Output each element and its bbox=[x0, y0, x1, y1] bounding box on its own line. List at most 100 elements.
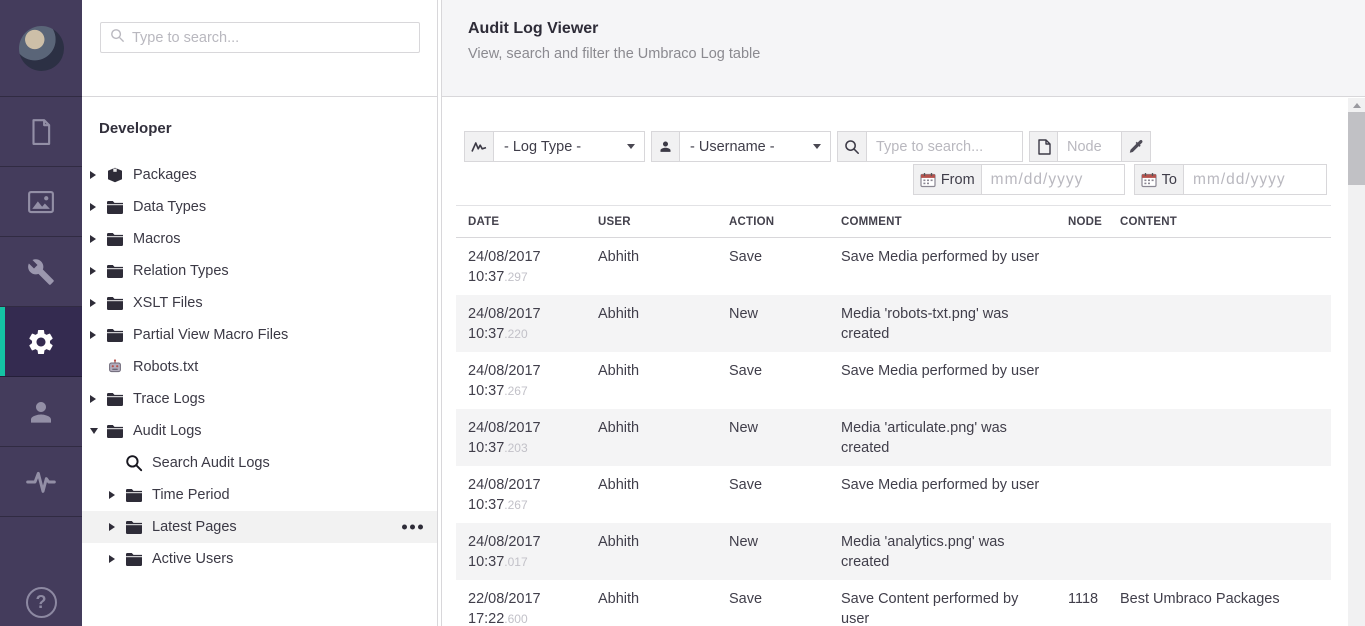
actions-ellipsis-icon[interactable] bbox=[402, 525, 423, 530]
table-header-row: DATE USER ACTION COMMENT NODE CONTENT bbox=[456, 206, 1331, 238]
date-to-input[interactable] bbox=[1184, 165, 1326, 194]
folder-icon bbox=[106, 201, 123, 214]
tree-search-box[interactable] bbox=[100, 22, 420, 53]
section-developer[interactable] bbox=[0, 307, 82, 377]
folder-icon bbox=[106, 393, 123, 406]
page-subtitle: View, search and filter the Umbraco Log … bbox=[468, 46, 1365, 62]
date-from-input[interactable] bbox=[982, 165, 1124, 194]
scrollbar-thumb[interactable] bbox=[1348, 112, 1365, 185]
tree-item-data-types[interactable]: Data Types bbox=[82, 191, 437, 223]
tree-item-search-audit-logs[interactable]: Search Audit Logs bbox=[82, 447, 437, 479]
tree-item-partial-view-macro-files[interactable]: Partial View Macro Files bbox=[82, 319, 437, 351]
media-icon bbox=[26, 187, 56, 217]
package-icon bbox=[106, 167, 123, 183]
tree-panel: Developer Packages Data Types Macros bbox=[82, 0, 438, 626]
tree-item-active-users[interactable]: Active Users bbox=[82, 543, 437, 575]
date-from-filter: From bbox=[913, 164, 1125, 195]
node-filter bbox=[1029, 131, 1151, 162]
tree-item-relation-types[interactable]: Relation Types bbox=[82, 255, 437, 287]
main-panel: Audit Log Viewer View, search and filter… bbox=[441, 0, 1365, 626]
user-icon bbox=[652, 132, 680, 161]
tree-item-macros[interactable]: Macros bbox=[82, 223, 437, 255]
tree-item-trace-logs[interactable]: Trace Logs bbox=[82, 383, 437, 415]
section-content[interactable] bbox=[0, 97, 82, 167]
folder-icon bbox=[125, 553, 142, 566]
caret-down-icon[interactable] bbox=[90, 428, 102, 434]
tree-list: Packages Data Types Macros Relation Type… bbox=[82, 159, 437, 575]
scroll-up-arrow-icon[interactable] bbox=[1353, 103, 1361, 108]
log-level-icon bbox=[465, 132, 494, 161]
section-users[interactable] bbox=[0, 377, 82, 447]
document-icon bbox=[1030, 132, 1058, 161]
search-icon bbox=[110, 28, 125, 48]
document-icon bbox=[26, 117, 56, 147]
chevron-down-icon bbox=[813, 144, 821, 149]
tree-item-audit-logs[interactable]: Audit Logs bbox=[82, 415, 437, 447]
section-forms[interactable] bbox=[0, 447, 82, 517]
caret-right-icon[interactable] bbox=[109, 491, 121, 499]
tree-item-xslt-files[interactable]: XSLT Files bbox=[82, 287, 437, 319]
chevron-down-icon bbox=[627, 144, 635, 149]
node-picker-icon[interactable] bbox=[1121, 132, 1150, 161]
comment-search-input[interactable] bbox=[867, 132, 1022, 161]
page-header: Audit Log Viewer View, search and filter… bbox=[442, 0, 1365, 97]
folder-icon bbox=[106, 425, 123, 438]
folder-icon bbox=[125, 521, 142, 534]
user-avatar[interactable] bbox=[19, 26, 64, 71]
caret-right-icon[interactable] bbox=[90, 299, 102, 307]
filter-row-1: - Log Type - - Username - bbox=[464, 131, 1151, 162]
user-icon bbox=[26, 397, 56, 427]
folder-icon bbox=[106, 265, 123, 278]
gear-icon bbox=[26, 327, 56, 357]
caret-right-icon[interactable] bbox=[90, 395, 102, 403]
caret-right-icon[interactable] bbox=[109, 523, 121, 531]
tree-search-input[interactable] bbox=[132, 30, 419, 46]
caret-right-icon[interactable] bbox=[90, 267, 102, 275]
wrench-icon bbox=[27, 258, 55, 286]
help-icon[interactable]: ? bbox=[26, 587, 57, 618]
table-row: 24/08/201710:37.297 Abhith Save Save Med… bbox=[456, 238, 1331, 295]
filter-row-2: From To bbox=[913, 164, 1327, 195]
col-date: DATE bbox=[456, 206, 586, 238]
folder-icon bbox=[106, 329, 123, 342]
node-id-input[interactable] bbox=[1058, 132, 1121, 161]
col-user: USER bbox=[586, 206, 717, 238]
main-content: - Log Type - - Username - bbox=[442, 98, 1365, 626]
tree-item-time-period[interactable]: Time Period bbox=[82, 479, 437, 511]
calendar-icon: From bbox=[914, 165, 982, 194]
avatar-area bbox=[0, 0, 82, 97]
app-sections-bar: ? bbox=[0, 0, 82, 626]
search-icon bbox=[125, 454, 142, 472]
section-settings[interactable] bbox=[0, 237, 82, 307]
umbraco-backoffice: ? Developer Packages bbox=[0, 0, 1365, 626]
date-to-filter: To bbox=[1134, 164, 1327, 195]
folder-icon bbox=[125, 489, 142, 502]
log-type-filter: - Log Type - bbox=[464, 131, 645, 162]
text-search-filter bbox=[837, 131, 1023, 162]
calendar-icon: To bbox=[1135, 165, 1184, 194]
caret-right-icon[interactable] bbox=[90, 235, 102, 243]
log-type-select[interactable]: - Log Type - bbox=[494, 132, 644, 161]
robot-icon bbox=[106, 359, 123, 375]
tree-section-title: Developer bbox=[99, 120, 172, 137]
caret-right-icon[interactable] bbox=[90, 331, 102, 339]
vertical-scrollbar bbox=[1348, 98, 1365, 626]
table-row: 24/08/201710:37.203 Abhith New Media 'ar… bbox=[456, 409, 1331, 466]
folder-icon bbox=[106, 297, 123, 310]
section-media[interactable] bbox=[0, 167, 82, 237]
col-comment: COMMENT bbox=[829, 206, 1056, 238]
caret-right-icon[interactable] bbox=[109, 555, 121, 563]
folder-icon bbox=[106, 233, 123, 246]
caret-right-icon[interactable] bbox=[90, 203, 102, 211]
table-row: 22/08/201717:22.600 Abhith Save Save Con… bbox=[456, 580, 1331, 626]
pulse-icon bbox=[25, 466, 57, 498]
tree-item-latest-pages[interactable]: Latest Pages bbox=[82, 511, 437, 543]
table-row: 24/08/201710:37.267 Abhith Save Save Med… bbox=[456, 466, 1331, 523]
col-node: NODE bbox=[1056, 206, 1108, 238]
caret-right-icon[interactable] bbox=[90, 171, 102, 179]
tree-item-packages[interactable]: Packages bbox=[82, 159, 437, 191]
search-icon bbox=[838, 132, 867, 161]
tree-item-robots-txt[interactable]: Robots.txt bbox=[82, 351, 437, 383]
username-select[interactable]: - Username - bbox=[680, 132, 830, 161]
audit-log-table: DATE USER ACTION COMMENT NODE CONTENT 24… bbox=[456, 205, 1331, 626]
